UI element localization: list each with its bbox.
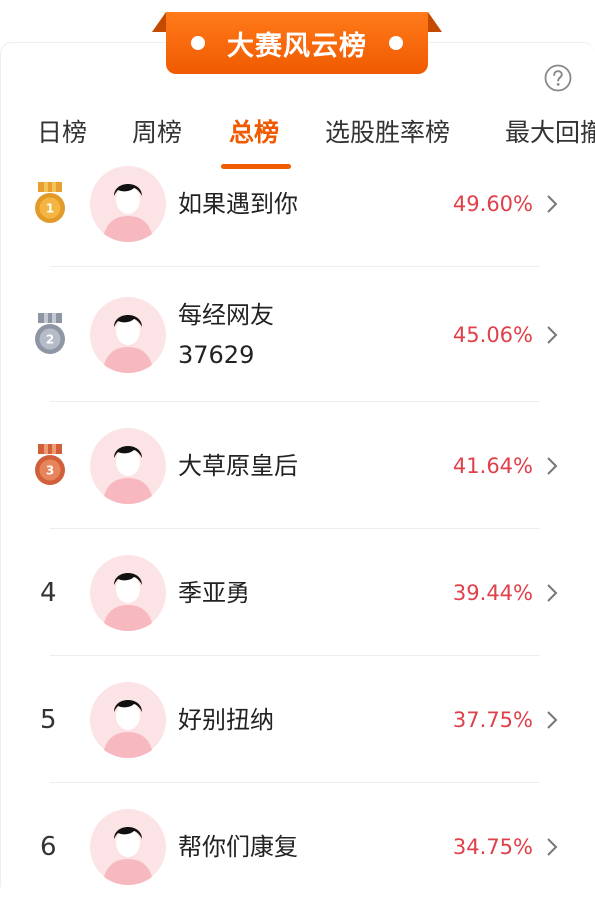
avatar[interactable] xyxy=(90,554,166,631)
chevron-right-icon xyxy=(547,710,558,729)
header-banner: 大赛风云榜 xyxy=(152,12,442,76)
user-name: 帮你们康复 xyxy=(178,832,298,861)
win-rate: 37.75% xyxy=(452,707,533,732)
leaderboard-row[interactable]: 5 好别扭纳 37.75% xyxy=(0,656,595,783)
avatar[interactable] xyxy=(90,427,166,504)
leaderboard-row[interactable]: 4 季亚勇 39.44% xyxy=(0,529,595,656)
win-rate: 45.06% xyxy=(452,322,533,347)
user-name: 季亚勇 xyxy=(178,578,250,607)
leaderboard-row[interactable]: 2 每经网友 37629 45.06% xyxy=(0,267,595,402)
leaderboard-row[interactable]: 6 帮你们康复 34.75% xyxy=(0,783,595,910)
svg-text:1: 1 xyxy=(46,201,54,215)
chevron-right-icon xyxy=(547,194,558,213)
user-name-line-1: 每经网友 xyxy=(178,300,274,329)
user-name: 大草原皇后 xyxy=(178,451,298,480)
avatar[interactable] xyxy=(90,296,166,373)
user-name-line-2: 37629 xyxy=(178,340,255,369)
rank-number: 6 xyxy=(40,831,57,862)
leaderboard-row[interactable]: 3 大草原皇后 41.64% xyxy=(0,402,595,529)
banner-dot-left xyxy=(191,36,205,50)
user-name: 好别扭纳 xyxy=(178,705,274,734)
chevron-right-icon xyxy=(547,583,558,602)
banner-dot-right xyxy=(389,36,403,50)
leaderboard-row[interactable]: 1 如果遇到你 49.60% xyxy=(0,140,595,267)
win-rate: 39.44% xyxy=(452,580,533,605)
svg-text:2: 2 xyxy=(46,332,54,346)
user-name: 每经网友 37629 xyxy=(178,295,274,375)
avatar[interactable] xyxy=(90,681,166,758)
win-rate: 49.60% xyxy=(452,191,533,216)
avatar[interactable] xyxy=(90,808,166,885)
chevron-right-icon xyxy=(547,325,558,344)
win-rate: 41.64% xyxy=(452,453,533,478)
rank-number: 5 xyxy=(40,704,57,735)
gold-medal-icon: 1 xyxy=(35,181,65,223)
silver-medal-icon: 2 xyxy=(35,312,65,354)
rank-number: 4 xyxy=(40,577,57,608)
help-icon[interactable] xyxy=(544,64,572,92)
svg-text:3: 3 xyxy=(46,463,54,477)
win-rate: 34.75% xyxy=(452,834,533,859)
page-title: 大赛风云榜 xyxy=(227,30,367,62)
chevron-right-icon xyxy=(547,837,558,856)
chevron-right-icon xyxy=(547,456,558,475)
avatar[interactable] xyxy=(90,165,166,242)
user-name: 如果遇到你 xyxy=(178,189,298,218)
bronze-medal-icon: 3 xyxy=(35,443,65,485)
